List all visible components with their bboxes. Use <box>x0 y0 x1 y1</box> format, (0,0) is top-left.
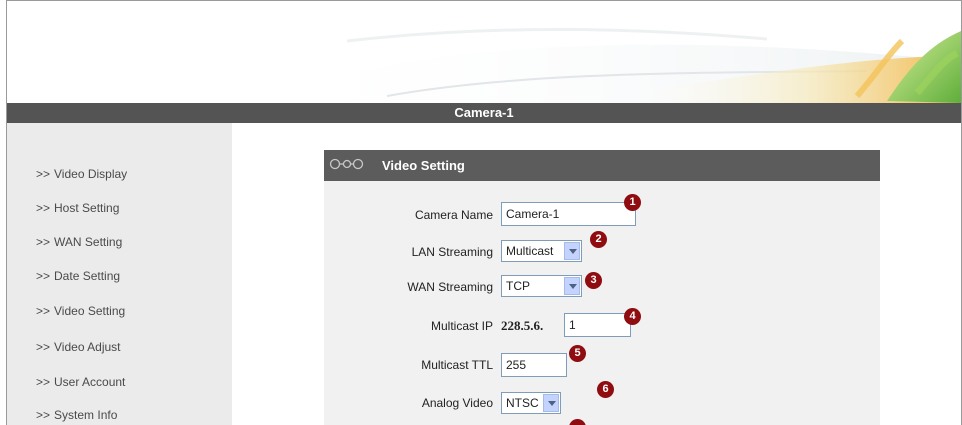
sidebar-item-label: System Info <box>54 408 118 422</box>
sidebar-item-label: User Account <box>54 375 126 389</box>
analog-video-label: Analog Video <box>421 396 493 410</box>
sidebar-item-video-adjust[interactable]: >> Video Adjust <box>36 340 121 354</box>
sidebar-item-label: Video Display <box>54 167 128 181</box>
sidebar-item-system-info[interactable]: >> System Info <box>36 408 117 422</box>
multicast-ip-label: Multicast IP <box>430 319 493 333</box>
sidebar-item-video-setting[interactable]: >> Video Setting <box>36 304 125 318</box>
sidebar-item-label: Date Setting <box>54 269 121 283</box>
header-banner <box>7 1 961 103</box>
sidebar-item-host-setting[interactable]: >> Host Setting <box>36 201 119 215</box>
callout-badge-partial <box>569 419 586 425</box>
sidebar-item-label: Video Setting <box>54 304 126 318</box>
multicast-ttl-input[interactable]: 255 <box>501 353 567 377</box>
wan-streaming-value: TCP <box>506 279 530 293</box>
callout-badge: 1 <box>624 194 641 211</box>
sidebar: >> Video Display >> Host Setting >> WAN Set… <box>7 123 232 425</box>
callout-badge: 6 <box>597 381 614 398</box>
lan-streaming-value: Multicast <box>506 244 554 258</box>
sidebar-item-wan-setting[interactable]: >> WAN Setting <box>36 235 122 249</box>
panel-title: Video Setting <box>382 158 465 173</box>
lan-streaming-select[interactable]: Multicast <box>501 240 582 262</box>
nav-arrows: >> <box>36 375 51 389</box>
multicast-ip-input[interactable]: 1 <box>564 313 631 337</box>
chevron-down-icon[interactable] <box>543 394 559 412</box>
callout-badge: 2 <box>590 231 607 248</box>
camera-name-input[interactable]: Camera-1 <box>501 202 636 226</box>
video-setting-form: Camera Name Camera-1 1 LAN Streaming Mul… <box>324 181 880 425</box>
multicast-ip-prefix: 228.5.6. <box>501 318 544 333</box>
chevron-down-icon[interactable] <box>564 277 580 295</box>
nav-arrows: >> <box>36 167 51 181</box>
analog-video-select[interactable]: NTSC <box>501 392 561 414</box>
page-title: Camera-1 <box>7 103 961 123</box>
nav-arrows: >> <box>36 304 51 318</box>
callout-badge: 5 <box>569 345 586 362</box>
camera-name-label: Camera Name <box>414 208 493 222</box>
lan-streaming-label: LAN Streaming <box>411 245 493 259</box>
nav-arrows: >> <box>36 235 51 249</box>
sidebar-item-label: Host Setting <box>54 201 120 215</box>
nav-arrows: >> <box>36 340 51 354</box>
sidebar-item-label: Video Adjust <box>54 340 121 354</box>
sidebar-item-date-setting[interactable]: >> Date Setting <box>36 269 120 283</box>
banner-graphic <box>247 27 961 103</box>
sidebar-item-label: WAN Setting <box>54 235 123 249</box>
analog-video-value: NTSC <box>506 396 539 410</box>
panel-header: Video Setting <box>324 150 880 181</box>
callout-badge: 4 <box>624 308 641 325</box>
sidebar-item-video-display[interactable]: >> Video Display <box>36 167 127 181</box>
wan-streaming-label: WAN Streaming <box>407 280 493 294</box>
nav-arrows: >> <box>36 408 51 422</box>
wan-streaming-select[interactable]: TCP <box>501 275 582 297</box>
sidebar-item-user-account[interactable]: >> User Account <box>36 375 125 389</box>
callout-badge: 3 <box>585 272 602 289</box>
chevron-down-icon[interactable] <box>564 242 580 260</box>
nav-arrows: >> <box>36 201 51 215</box>
chain-links-icon <box>329 158 364 170</box>
multicast-ttl-label: Multicast TTL <box>421 358 493 372</box>
nav-arrows: >> <box>36 269 51 283</box>
